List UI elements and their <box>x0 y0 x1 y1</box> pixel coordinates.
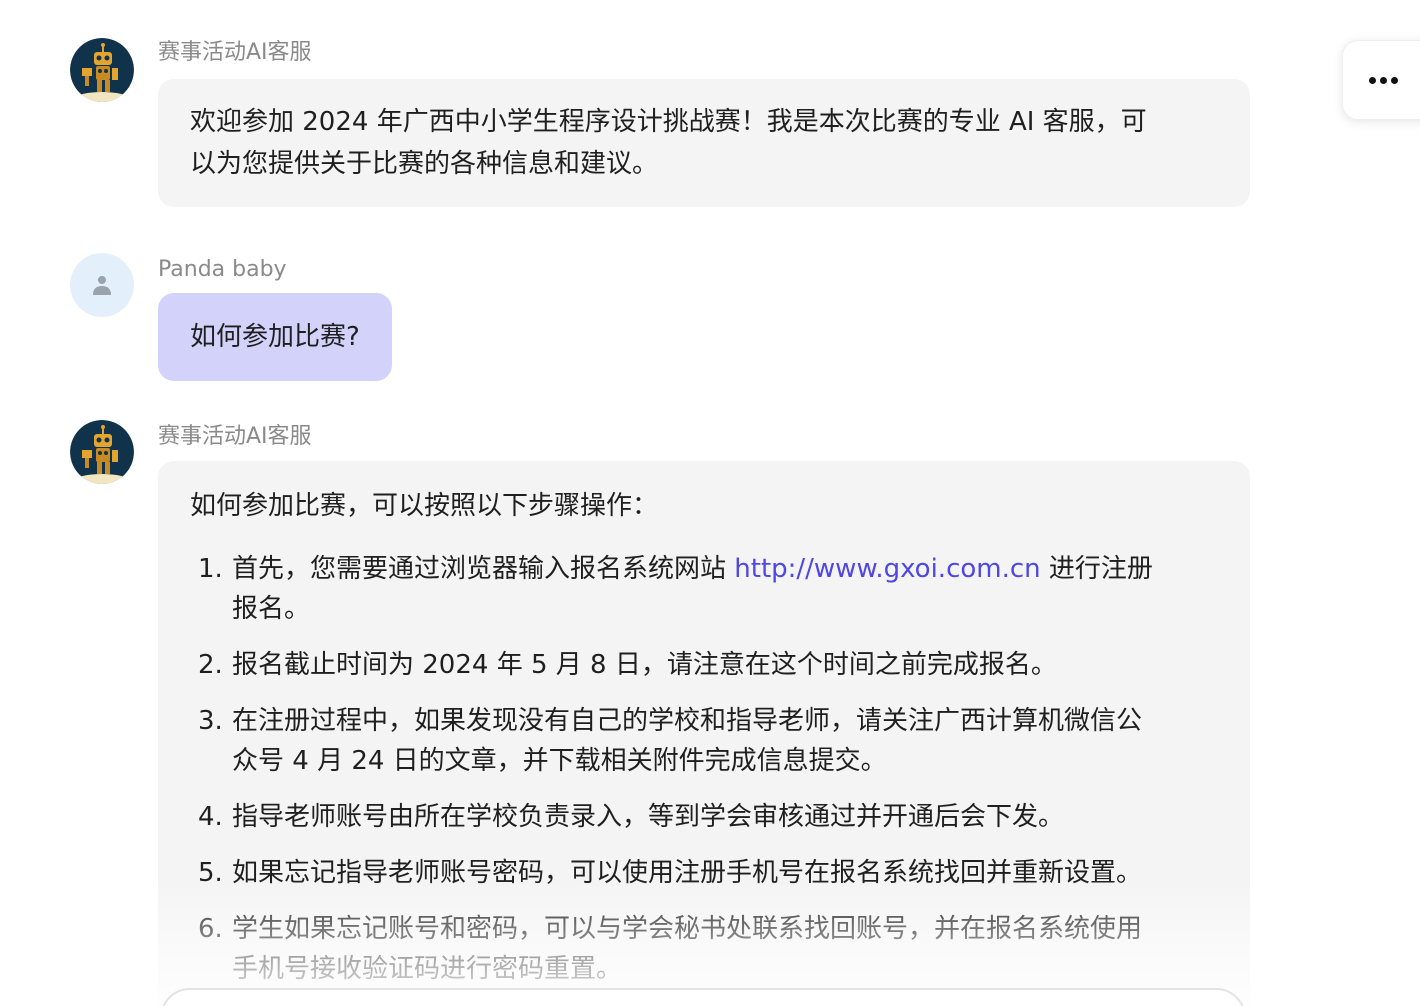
list-item: 4. 指导老师账号由所在学校负责录入，等到学会审核通过并开通后会下发。 <box>190 797 1218 837</box>
robot-avatar-icon <box>70 38 134 102</box>
list-number: 2. <box>198 650 223 680</box>
message-bubble: 欢迎参加 2024 年广西中小学生程序设计挑战赛！我是本次比赛的专业 AI 客服… <box>158 79 1250 207</box>
list-number: 1. <box>198 554 223 584</box>
list-number: 6. <box>198 914 223 944</box>
step-text: 指导老师账号由所在学校负责录入，等到学会审核通过并开通后会下发。 <box>232 802 1065 832</box>
list-item: 1. 首先，您需要通过浏览器输入报名系统网站 http://www.gxoi.c… <box>190 549 1218 629</box>
step-text: 学生如果忘记账号和密码，可以与学会秘书处联系找回账号，并在报名系统使用 <box>232 914 1143 944</box>
step-text: 如果忘记指导老师账号密码，可以使用注册手机号在报名系统找回并重新设置。 <box>232 858 1143 888</box>
message-text-line: 欢迎参加 2024 年广西中小学生程序设计挑战赛！我是本次比赛的专业 AI 客服… <box>190 107 1147 137</box>
chat-message-bot-welcome: 赛事活动AI客服 欢迎参加 2024 年广西中小学生程序设计挑战赛！我是本次比赛… <box>70 38 1250 218</box>
chat-message-bot-answer: 赛事活动AI客服 如何参加比赛，可以按照以下步骤操作： 1. 首先，您需要通过浏… <box>70 420 1250 1006</box>
sender-name: Panda baby <box>158 257 287 282</box>
list-number: 3. <box>198 706 223 736</box>
robot-avatar-icon <box>70 420 134 484</box>
list-number: 4. <box>198 802 223 832</box>
message-bubble: 如何参加比赛，可以按照以下步骤操作： 1. 首先，您需要通过浏览器输入报名系统网… <box>158 461 1250 1006</box>
chat-message-user: Panda baby 如何参加比赛? <box>70 253 1250 383</box>
step-text: 众号 4 月 24 日的文章，并下载相关附件完成信息提交。 <box>232 746 887 776</box>
more-options-button[interactable] <box>1342 40 1420 120</box>
step-text: 在注册过程中，如果发现没有自己的学校和指导老师，请关注广西计算机微信公 <box>232 706 1143 736</box>
step-text: 手机号接收验证码进行密码重置。 <box>232 954 623 984</box>
list-item: 6. 学生如果忘记账号和密码，可以与学会秘书处联系找回账号，并在报名系统使用 手… <box>190 909 1218 989</box>
more-horizontal-icon <box>1369 77 1398 84</box>
step-text: 进行注册 <box>1040 554 1153 584</box>
list-item: 5. 如果忘记指导老师账号密码，可以使用注册手机号在报名系统找回并重新设置。 <box>190 853 1218 893</box>
step-text: 首先，您需要通过浏览器输入报名系统网站 <box>232 554 735 584</box>
message-text-line: 以为您提供关于比赛的各种信息和建议。 <box>190 149 659 179</box>
answer-intro: 如何参加比赛，可以按照以下步骤操作： <box>190 491 659 521</box>
step-text: 报名。 <box>232 594 311 624</box>
step-text: 报名截止时间为 2024 年 5 月 8 日，请注意在这个时间之前完成报名。 <box>232 650 1057 680</box>
list-number: 5. <box>198 858 223 888</box>
message-bubble: 如何参加比赛? <box>158 293 392 381</box>
sender-name: 赛事活动AI客服 <box>158 424 312 449</box>
steps-list: 1. 首先，您需要通过浏览器输入报名系统网站 http://www.gxoi.c… <box>190 549 1218 989</box>
user-avatar-icon <box>70 253 134 317</box>
sender-name: 赛事活动AI客服 <box>158 40 312 65</box>
list-item: 3. 在注册过程中，如果发现没有自己的学校和指导老师，请关注广西计算机微信公 众… <box>190 701 1218 781</box>
registration-link[interactable]: http://www.gxoi.com.cn <box>734 554 1040 584</box>
chat-input-box[interactable] <box>160 988 1246 1006</box>
list-item: 2. 报名截止时间为 2024 年 5 月 8 日，请注意在这个时间之前完成报名… <box>190 645 1218 685</box>
